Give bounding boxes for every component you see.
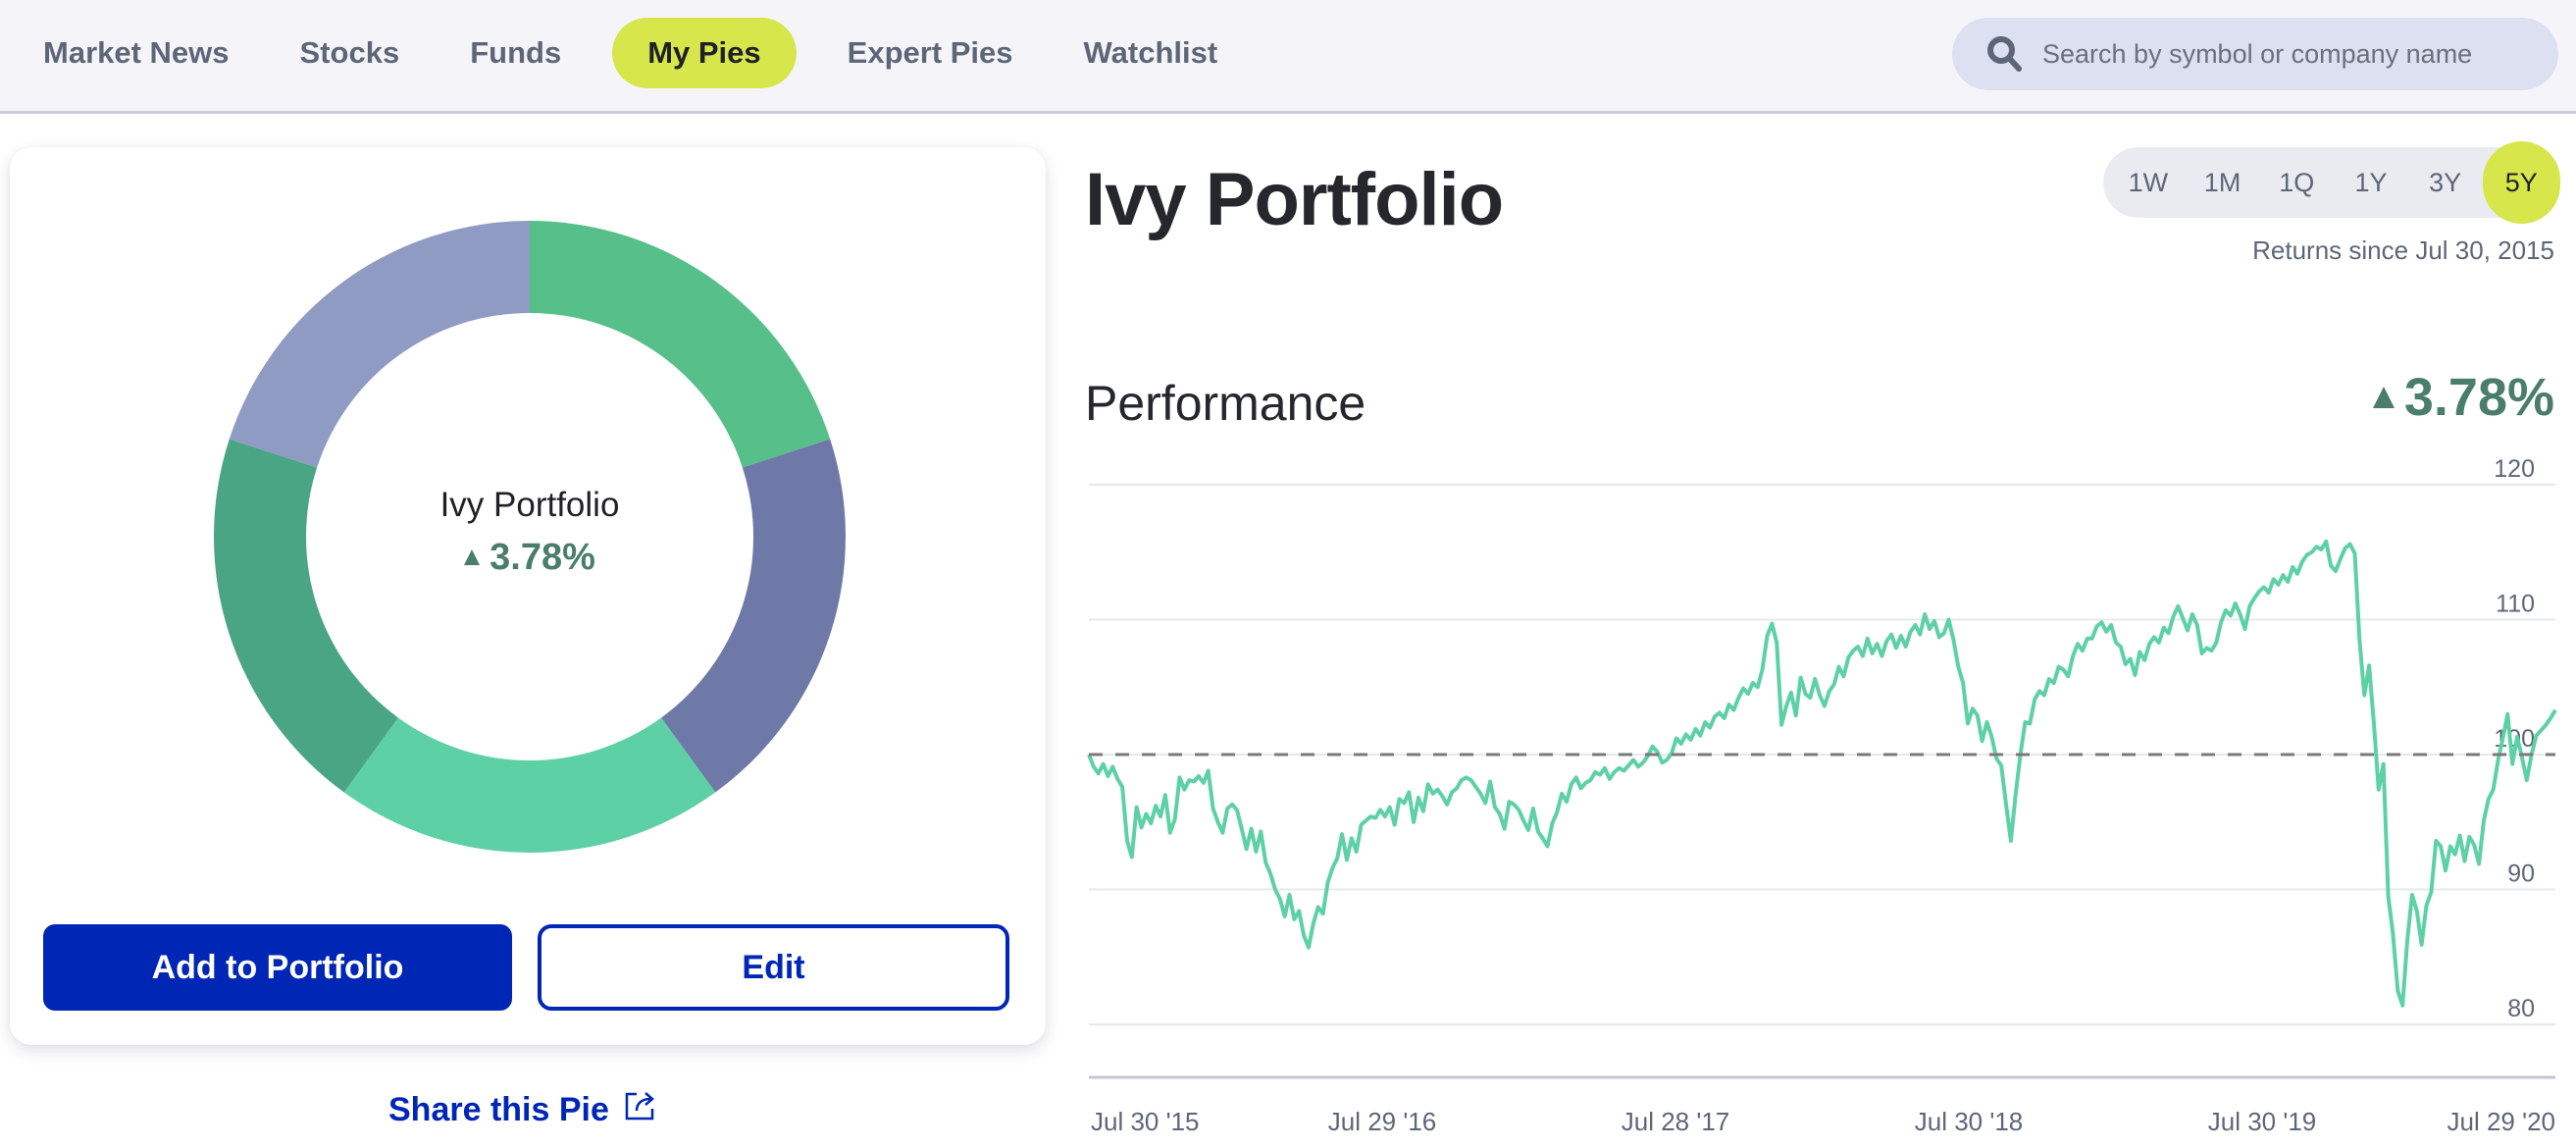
main-nav: Market News Stocks Funds My Pies Expert … [0, 18, 1253, 88]
performance-chart[interactable]: 80 90 100 110 120 Jul 30 '15 Jul 29 '16 Jul 28… [1079, 451, 2576, 1148]
donut-return-value: 3.78% [489, 536, 595, 578]
share-icon [623, 1089, 658, 1131]
nav-item-my-pies[interactable]: My Pies [612, 18, 797, 88]
nav-item-stocks[interactable]: Stocks [265, 18, 436, 88]
range-1m[interactable]: 1M [2186, 143, 2260, 222]
nav-item-watchlist[interactable]: Watchlist [1049, 18, 1254, 88]
page-title: Ivy Portfolio [1085, 158, 1504, 241]
share-pie-label: Share this Pie [388, 1091, 609, 1128]
search-bar[interactable] [1952, 18, 2558, 90]
nav-item-market-news[interactable]: Market News [0, 18, 265, 88]
y-tick-label: 90 [2507, 861, 2535, 888]
performance-value: 3.78% [2372, 367, 2554, 428]
add-to-portfolio-button[interactable]: Add to Portfolio [43, 924, 512, 1011]
range-3y[interactable]: 3Y [2408, 143, 2483, 222]
donut-center-label: Ivy Portfolio 3.78% [211, 218, 849, 856]
performance-value-text: 3.78% [2403, 368, 2554, 427]
x-tick-label: Jul 30 '19 [2208, 1107, 2317, 1136]
y-tick-label: 120 [2494, 455, 2535, 483]
up-triangle-icon [464, 549, 481, 565]
range-1w[interactable]: 1W [2111, 143, 2186, 222]
y-tick-label: 110 [2496, 591, 2535, 618]
donut-pie-name: Ivy Portfolio [439, 485, 620, 524]
donut-return: 3.78% [464, 537, 595, 579]
nav-item-expert-pies[interactable]: Expert Pies [812, 18, 1049, 88]
up-triangle-icon [2372, 387, 2395, 408]
search-icon [1985, 34, 2025, 74]
x-tick-label: Jul 30 '18 [1915, 1107, 2024, 1136]
x-tick-label: Jul 30 '15 [1091, 1107, 1200, 1136]
nav-item-funds[interactable]: Funds [435, 18, 596, 88]
edit-button[interactable]: Edit [538, 924, 1009, 1011]
x-tick-label: Jul 29 '16 [1328, 1107, 1437, 1136]
pie-card: Ivy Portfolio 3.78% Add to Portfolio Edi… [10, 147, 1046, 1045]
returns-since-label: Returns since Jul 30, 2015 [2252, 235, 2554, 265]
range-1q[interactable]: 1Q [2259, 143, 2334, 222]
performance-heading: Performance [1085, 376, 1366, 431]
time-range-selector: 1W 1M 1Q 1Y 3Y 5Y [2103, 141, 2560, 224]
top-navigation-bar: Market News Stocks Funds My Pies Expert … [0, 0, 2576, 114]
allocation-donut-chart[interactable]: Ivy Portfolio 3.78% [211, 218, 849, 856]
search-input[interactable] [2042, 38, 2552, 70]
share-pie-link[interactable]: Share this Pie [388, 1089, 658, 1131]
x-tick-label: Jul 28 '17 [1622, 1107, 1730, 1136]
range-1y[interactable]: 1Y [2334, 143, 2408, 222]
performance-line [1087, 539, 2557, 1008]
x-tick-label: Jul 29 '20 [2447, 1107, 2556, 1136]
range-5y[interactable]: 5Y [2482, 141, 2560, 224]
y-tick-label: 80 [2507, 995, 2535, 1022]
